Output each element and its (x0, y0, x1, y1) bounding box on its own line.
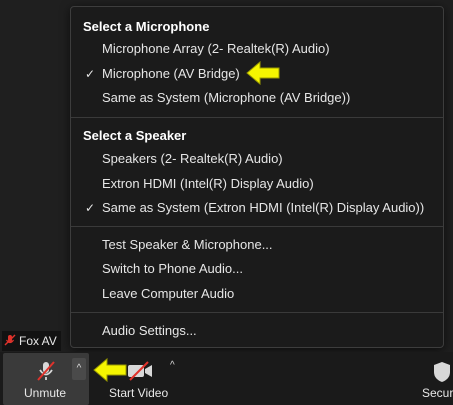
switch-phone-audio-item[interactable]: Switch to Phone Audio... (71, 258, 443, 280)
security-label: Secur (422, 386, 453, 400)
speaker-section-header: Select a Speaker (83, 128, 187, 143)
menu-action-label: Audio Settings... (102, 323, 197, 338)
menu-action-label: Test Speaker & Microphone... (102, 237, 273, 252)
security-button[interactable]: Secur (418, 353, 453, 405)
leave-computer-audio-item[interactable]: Leave Computer Audio (71, 283, 443, 305)
muted-mic-icon (4, 334, 16, 346)
participant-name-tag: Fox AV (2, 331, 61, 351)
speaker-option-label: Speakers (2- Realtek(R) Audio) (102, 151, 283, 166)
mic-option-same-as-system[interactable]: Same as System (Microphone (AV Bridge)) (71, 87, 443, 109)
checkmark-icon: ✓ (85, 67, 96, 81)
speaker-option-realtek[interactable]: Speakers (2- Realtek(R) Audio) (71, 148, 443, 170)
participant-name: Fox AV (19, 334, 57, 348)
speaker-option-extron[interactable]: Extron HDMI (Intel(R) Display Audio) (71, 173, 443, 195)
checkmark-icon: ✓ (85, 201, 96, 215)
menu-divider (71, 312, 443, 313)
start-video-label: Start Video (109, 386, 169, 400)
shield-icon (434, 362, 450, 382)
speaker-option-label: Extron HDMI (Intel(R) Display Audio) (102, 176, 314, 191)
unmute-label: Unmute (24, 386, 67, 400)
mic-option-label: Same as System (Microphone (AV Bridge)) (102, 90, 351, 105)
audio-menu: Select a Microphone Microphone Array (2-… (70, 6, 444, 348)
mic-option-label: Microphone (AV Bridge) (102, 66, 240, 81)
microphone-section-header: Select a Microphone (83, 19, 210, 34)
speaker-option-label: Same as System (Extron HDMI (Intel(R) Di… (102, 200, 425, 215)
highlight-arrow-icon (246, 61, 280, 85)
mic-option-label: Microphone Array (2- Realtek(R) Audio) (102, 41, 330, 56)
menu-divider (71, 117, 443, 118)
video-off-icon (128, 361, 152, 381)
test-speaker-mic-item[interactable]: Test Speaker & Microphone... (71, 234, 443, 256)
muted-mic-icon (37, 361, 55, 381)
start-video-button[interactable]: Start Video (104, 353, 174, 405)
speaker-option-same-as-system[interactable]: ✓ Same as System (Extron HDMI (Intel(R) … (71, 197, 443, 219)
audio-settings-item[interactable]: Audio Settings... (71, 320, 443, 342)
menu-action-label: Leave Computer Audio (102, 286, 235, 301)
audio-options-caret-icon[interactable]: ^ (72, 358, 86, 380)
menu-action-label: Switch to Phone Audio... (102, 261, 243, 276)
mic-option-realtek[interactable]: Microphone Array (2- Realtek(R) Audio) (71, 38, 443, 60)
menu-divider (71, 226, 443, 227)
video-options-caret-icon[interactable]: ^ (170, 360, 175, 371)
